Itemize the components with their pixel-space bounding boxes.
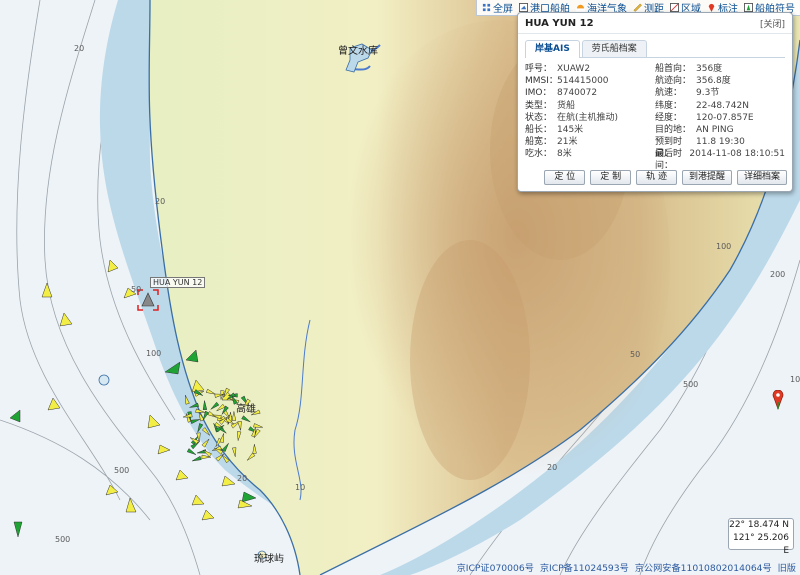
ship-symbol-icon: [744, 3, 753, 12]
depth-label: 20: [547, 463, 558, 472]
info-row-speed: 航速： 9.3节: [655, 88, 720, 99]
info-row-course: 航迹向： 356.8度: [655, 76, 731, 87]
depth-label: 20: [237, 474, 248, 483]
info-column-left: 呼号： XUAW2 MMSI： 514415000 IMO： 8740072 类型：货…: [525, 63, 655, 161]
info-row-longitude: 经度： 120-07.857E: [655, 112, 754, 123]
close-button[interactable]: [关闭]: [760, 17, 785, 30]
depth-label: 100: [146, 349, 162, 358]
popup-header: HUA YUN 12 [关闭]: [518, 13, 792, 34]
tab-lloyds-archive[interactable]: 劳氏船档案: [581, 40, 647, 57]
depth-label: 100: [716, 242, 732, 251]
info-column-right: 船首向： 356度 航迹向： 356.8度 航速： 9.3节 纬度： 22-48.742…: [655, 63, 785, 172]
info-row-mmsi: MMSI： 514415000: [525, 76, 609, 87]
place-name-kaohsiung: 高雄: [236, 404, 256, 415]
tab-shore-ais[interactable]: 岸基AIS: [525, 40, 580, 58]
marker-pin-icon: [708, 3, 715, 12]
port-ships-icon: [519, 3, 528, 12]
weather-icon: [576, 4, 585, 12]
popup-tabs: 岸基AIS 劳氏船档案: [525, 40, 785, 58]
fullscreen-icon: [482, 3, 491, 12]
info-row-beam: 船宽： 21米: [525, 137, 578, 148]
latitude-readout: 22° 18.474 N: [729, 520, 789, 530]
info-row-destination: 目的地： AN PING: [655, 124, 734, 135]
area-icon: [670, 3, 679, 12]
map-pin-icon[interactable]: [772, 390, 784, 410]
depth-label: 50: [131, 285, 142, 294]
info-row-imo: IMO： 8740072: [525, 88, 598, 99]
customize-button[interactable]: 定 制: [590, 170, 632, 185]
depth-label: 20: [155, 197, 166, 206]
ship-info-popup: HUA YUN 12 [关闭] 岸基AIS 劳氏船档案 呼号： XUAW2 MMS…: [517, 12, 793, 192]
old-version-link[interactable]: 旧版: [778, 563, 796, 574]
ship-info-table: 呼号： XUAW2 MMSI： 514415000 IMO： 8740072 类型：货…: [518, 58, 792, 172]
depth-label: 500: [114, 466, 130, 475]
icp-license-link[interactable]: 京ICP证070006号: [457, 563, 534, 574]
ship-name-label[interactable]: HUA YUN 12: [150, 277, 206, 288]
info-row-latitude: 纬度： 22-48.742N: [655, 100, 749, 111]
info-row-callsign: 呼号： XUAW2: [525, 64, 591, 74]
coordinate-readout: 22° 18.474 N 121° 25.206 E: [728, 518, 794, 556]
depth-label: 200: [770, 270, 786, 279]
depth-label: 100: [790, 375, 800, 384]
info-row-heading: 船首向： 356度: [655, 64, 723, 74]
popup-title: HUA YUN 12: [525, 17, 594, 29]
longitude-readout: 121° 25.206 E: [732, 533, 789, 556]
detail-archive-button[interactable]: 详细档案: [736, 170, 787, 185]
icp-record-link[interactable]: 京ICP备11024593号: [540, 563, 629, 574]
depth-label: 10: [295, 483, 306, 492]
public-security-link[interactable]: 京公网安备11010802014064号: [635, 563, 772, 574]
track-button[interactable]: 轨 迹: [636, 170, 677, 185]
info-row-status: 状态： 在航(主机推动): [525, 112, 619, 123]
arrival-alert-button[interactable]: 到港提醒: [681, 170, 732, 185]
info-row-eta: 预到时间： 11.8 19:30: [655, 137, 745, 160]
footer-links: 京ICP证070006号 京ICP备11024593号 京公网安备1101080…: [454, 560, 796, 574]
info-row-draught: 吃水： 8米: [525, 149, 572, 160]
depth-label: 500: [55, 535, 71, 544]
info-row-last-time: 最后时间： 2014-11-08 18:10:51: [655, 149, 785, 172]
info-row-type: 类型： 货船: [525, 100, 576, 111]
depth-label: 20: [74, 44, 85, 53]
depth-label: 500: [683, 380, 699, 389]
toolbar-fullscreen[interactable]: 全屏: [479, 0, 516, 15]
place-name-liuqiu: 琉球屿: [254, 554, 284, 565]
place-name-reservoir: 曾文水库: [338, 46, 378, 57]
depth-label: 50: [630, 350, 641, 359]
popup-actions: 定 位 定 制 轨 迹 到港提醒 详细档案: [539, 170, 787, 185]
info-row-length: 船长： 145米: [525, 124, 584, 135]
ruler-icon: [633, 3, 642, 12]
locate-button[interactable]: 定 位: [544, 170, 586, 185]
